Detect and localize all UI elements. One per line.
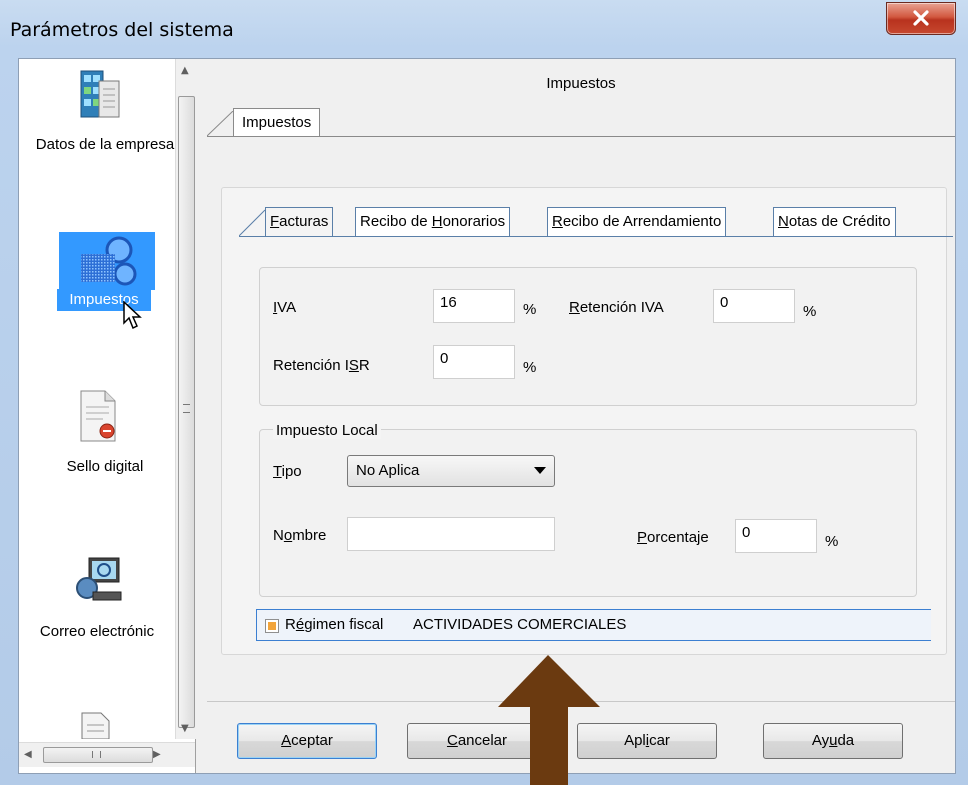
dialog-window: Parámetros del sistema Datos de la empre…: [0, 0, 968, 785]
hotkey-letter: N: [778, 213, 789, 230]
tab-label: otas de Crédito: [788, 213, 891, 230]
hotkey-letter: R: [569, 299, 580, 316]
regimen-fiscal-label: Régimen fiscal: [285, 616, 383, 633]
email-globe-icon: [76, 557, 122, 601]
label-text: VA: [277, 299, 297, 316]
regimen-fiscal-value[interactable]: ACTIVIDADES COMERCIALES: [411, 610, 931, 640]
tax-rates-group: [259, 267, 917, 406]
inner-tab-underline: [239, 236, 953, 237]
iva-input[interactable]: 16: [433, 289, 515, 323]
sidebar-horizontal-scrollbar[interactable]: ◀ ▶: [19, 742, 195, 767]
retencion-isr-label: Retención ISR: [273, 357, 370, 374]
button-label: car: [649, 732, 670, 749]
porcentaje-input[interactable]: 0: [735, 519, 817, 553]
window-title: Parámetros del sistema: [10, 19, 234, 41]
scrollbar-thumb[interactable]: [178, 96, 195, 728]
tab-recibo-honorarios[interactable]: Recibo de Honorarios: [355, 207, 511, 236]
thumb-grip-icon: [183, 404, 190, 413]
tab-notas-credito[interactable]: Notas de Crédito: [773, 207, 896, 236]
tab-underline: [207, 136, 955, 137]
percent-sign: %: [523, 301, 537, 318]
ayuda-button[interactable]: Ayuda: [763, 723, 903, 759]
retencion-iva-input[interactable]: 0: [713, 289, 795, 323]
tax-gears-icon: [59, 232, 155, 290]
hotkey-letter: F: [270, 213, 280, 230]
aceptar-button[interactable]: Aceptar: [237, 723, 377, 759]
hotkey-letter: é: [295, 616, 305, 633]
percent-sign: %: [523, 359, 537, 376]
label-text: ipo: [281, 463, 302, 480]
hotkey-letter: P: [637, 529, 648, 546]
regimen-fiscal-checkbox[interactable]: [265, 619, 279, 633]
tipo-label: Tipo: [273, 463, 302, 480]
tab-recibo-arrendamiento[interactable]: Recibo de Arrendamiento: [547, 207, 727, 236]
tab-label: ecibo de Arrendamiento: [562, 213, 722, 230]
hotkey-letter: T: [273, 463, 282, 480]
tab-label: acturas: [279, 213, 329, 230]
label-text: Retención I: [273, 357, 349, 374]
retencion-iva-label: Retención IVA: [569, 299, 664, 316]
panel-title: Impuestos: [546, 75, 616, 92]
thumb-grip-icon: [92, 751, 101, 758]
scroll-left-arrow-icon[interactable]: ◀: [24, 749, 32, 760]
scrollbar-thumb[interactable]: [43, 747, 153, 763]
tab-impuestos[interactable]: Impuestos: [233, 108, 321, 137]
porcentaje-label: Porcentaje: [637, 529, 709, 546]
button-label: da: [837, 732, 855, 749]
label-text: orcentaje: [647, 529, 709, 546]
button-label: Apl: [624, 732, 646, 749]
nombre-input[interactable]: [347, 517, 555, 551]
nombre-label: Nombre: [273, 527, 326, 544]
label-text: mbre: [292, 527, 327, 544]
label-text: R: [285, 616, 296, 633]
scroll-down-arrow-icon[interactable]: ▼: [181, 723, 189, 734]
regimen-fiscal-row[interactable]: Régimen fiscal ACTIVIDADES COMERCIALES: [256, 609, 931, 641]
button-label: ceptar: [291, 732, 333, 749]
building-icon: [80, 70, 120, 118]
tab-facturas[interactable]: Facturas: [265, 207, 334, 236]
iva-label: IVA: [273, 299, 296, 316]
chevron-down-icon: [534, 467, 546, 474]
scroll-up-arrow-icon[interactable]: ▲: [181, 65, 189, 76]
dialog-client: Datos de la empresa Impuestos Sello digi…: [18, 58, 956, 774]
close-icon: [913, 10, 929, 26]
label-text: R: [358, 357, 370, 374]
label-text: N: [273, 527, 284, 544]
hotkey-letter: R: [552, 213, 563, 230]
scroll-right-arrow-icon[interactable]: ▶: [153, 749, 161, 760]
tab-label: Recibo de: [360, 213, 432, 230]
button-label: Ay: [811, 732, 830, 749]
impuesto-local-title: Impuesto Local: [273, 422, 381, 439]
document-icon: [81, 712, 110, 739]
sidebar-item-label: Correo electrónic: [39, 623, 155, 640]
hotkey-letter: H: [431, 213, 443, 230]
tab-label: onorarios: [442, 213, 506, 230]
certificate-icon: [80, 390, 116, 442]
hotkey-letter: S: [348, 357, 359, 374]
percent-sign: %: [803, 303, 817, 320]
hotkey-letter: o: [283, 527, 293, 544]
percent-sign: %: [825, 533, 839, 550]
mouse-cursor-icon: [123, 301, 142, 330]
annotation-arrow-icon: [498, 655, 600, 785]
hotkey-letter: A: [281, 732, 292, 749]
close-button[interactable]: [886, 2, 956, 35]
sidebar-vertical-scrollbar[interactable]: ▲ ▼: [175, 59, 196, 739]
sidebar-item-label: Sello digital: [66, 458, 144, 475]
title-bar[interactable]: Parámetros del sistema: [0, 0, 968, 58]
tipo-select[interactable]: No Aplica: [347, 455, 555, 487]
label-text: etención IVA: [579, 299, 664, 316]
hotkey-letter: C: [446, 732, 458, 749]
sidebar-item-label: Datos de la empresa: [35, 136, 175, 153]
tipo-selected-value: No Aplica: [356, 462, 420, 479]
category-sidebar: Datos de la empresa Impuestos Sello digi…: [19, 59, 196, 773]
label-text: gimen fiscal: [304, 616, 384, 633]
retencion-isr-input[interactable]: 0: [433, 345, 515, 379]
